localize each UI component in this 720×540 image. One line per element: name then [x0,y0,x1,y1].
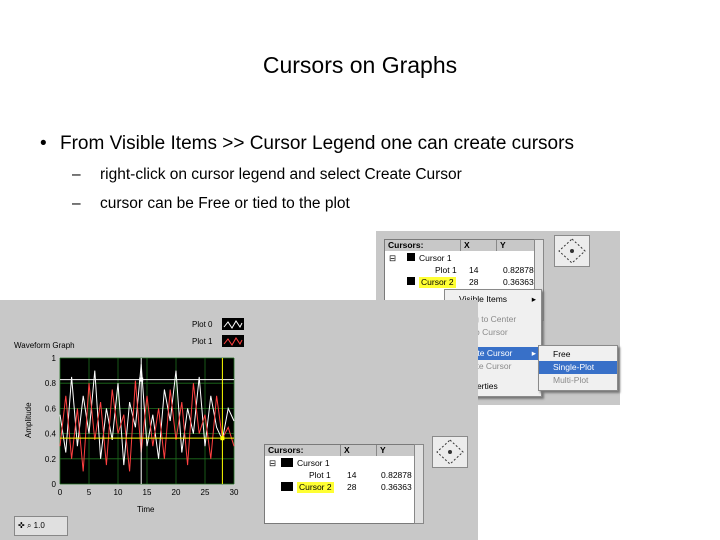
legend-scrollbar[interactable] [414,444,424,524]
x-tick-label: 30 [230,488,239,497]
x-tick-label: 25 [201,488,210,497]
sub-bullet-1-text: right-click on cursor legend and select … [100,166,462,183]
plot-1-name: Plot 1 [309,470,331,480]
crosshair-icon[interactable]: ✜ [15,521,25,530]
graph-palette[interactable]: ✜ ⌕ 1.0 [14,516,68,536]
cursor-1-swatch [407,253,415,261]
cursor-2-swatch [407,277,415,285]
submenu-single-plot[interactable]: Single-Plot [539,361,617,374]
cursor-legend-bottom: Cursors: X Y ⊟ Cursor 1 Plot 1 14 0.8287… [258,436,478,540]
cursor-2-x: 28 [469,277,479,287]
dash-glyph: – [72,166,81,183]
sub-bullet-2-text: cursor can be Free or tied to the plot [100,195,350,212]
y-tick-label: 0.6 [45,404,57,413]
x-header: X [341,445,377,456]
cursors-header: Cursors: [265,445,341,456]
cursor-1-y: 0.82878 [381,470,412,480]
cursor-2-swatch [281,482,293,491]
x-tick-label: 10 [114,488,123,497]
submenu-multi-plot[interactable]: Multi-Plot [539,374,617,387]
y-tick-label: 0.4 [45,430,57,439]
waveform-graph-screenshot: Plot 0 Plot 1 Waveform Graph Amplitude T… [0,300,478,540]
graph-title: Waveform Graph [14,341,75,350]
cursor-1-name[interactable]: Cursor 1 [297,458,330,469]
cursor-1-y: 0.82878 [503,265,534,275]
waveform-plot[interactable]: 1 0.8 0.6 0.4 0.2 0 0 5 10 15 20 25 30 [28,350,258,502]
palette-value: 1.0 [33,521,45,530]
cursor-2-marker [220,436,225,441]
x-tick-label: 0 [58,488,63,497]
dash-glyph: – [72,195,81,212]
cursor-1-name[interactable]: Cursor 1 [419,253,452,264]
sub-bullet-1: – right-click on cursor legend and select… [72,166,462,184]
plot-1-label: Plot 1 [192,337,213,346]
bullet-text: From Visible Items >> Cursor Legend one … [60,133,574,154]
cursor-1-x: 14 [469,265,479,275]
cursor-move-icon[interactable] [432,436,468,468]
plot-1-swatch [222,335,244,347]
cursor-1-marker [139,377,144,382]
x-tick-label: 15 [143,488,152,497]
y-tick-label: 0.2 [45,455,57,464]
plot-0-swatch [222,318,244,330]
cursor-1-swatch [281,458,293,467]
plot-legend[interactable]: Plot 0 Plot 1 [180,316,246,350]
y-header: Y [497,240,535,251]
y-tick-label: 0.8 [45,379,57,388]
cursor-1-x: 14 [347,470,357,480]
y-tick-label: 1 [52,354,57,363]
x-axis-label: Time [137,505,155,514]
y-tick-label: 0 [52,480,57,489]
plot-1-name: Plot 1 [435,265,457,275]
zoom-icon[interactable]: ⌕ [27,521,31,530]
bullet-glyph: • [40,133,47,154]
expand-icon[interactable]: ⊟ [389,253,396,264]
x-tick-label: 5 [87,488,92,497]
expand-icon[interactable]: ⊟ [269,458,276,469]
cursor-2-name[interactable]: Cursor 2 [419,277,456,288]
cursor-legend-table-bottom[interactable]: Cursors: X Y ⊟ Cursor 1 Plot 1 14 0.8287… [264,444,416,524]
sub-bullet-2: – cursor can be Free or tied to the plot [72,195,350,213]
x-header: X [461,240,497,251]
cursor-2-y: 0.36363 [503,277,534,287]
cursor-2-name[interactable]: Cursor 2 [297,482,334,493]
plot-0-label: Plot 0 [192,320,213,329]
cursors-header: Cursors: [385,240,461,251]
cursor-2-y: 0.36363 [381,482,412,492]
create-cursor-submenu: Free Single-Plot Multi-Plot [538,345,618,391]
x-tick-label: 20 [172,488,181,497]
slide-title: Cursors on Graphs [262,52,458,78]
submenu-free[interactable]: Free [539,348,617,361]
y-header: Y [377,445,415,456]
bullet-item: • From Visible Items >> Cursor Legend one… [40,133,574,155]
cursor-move-icon[interactable] [554,235,590,267]
cursor-2-x: 28 [347,482,357,492]
